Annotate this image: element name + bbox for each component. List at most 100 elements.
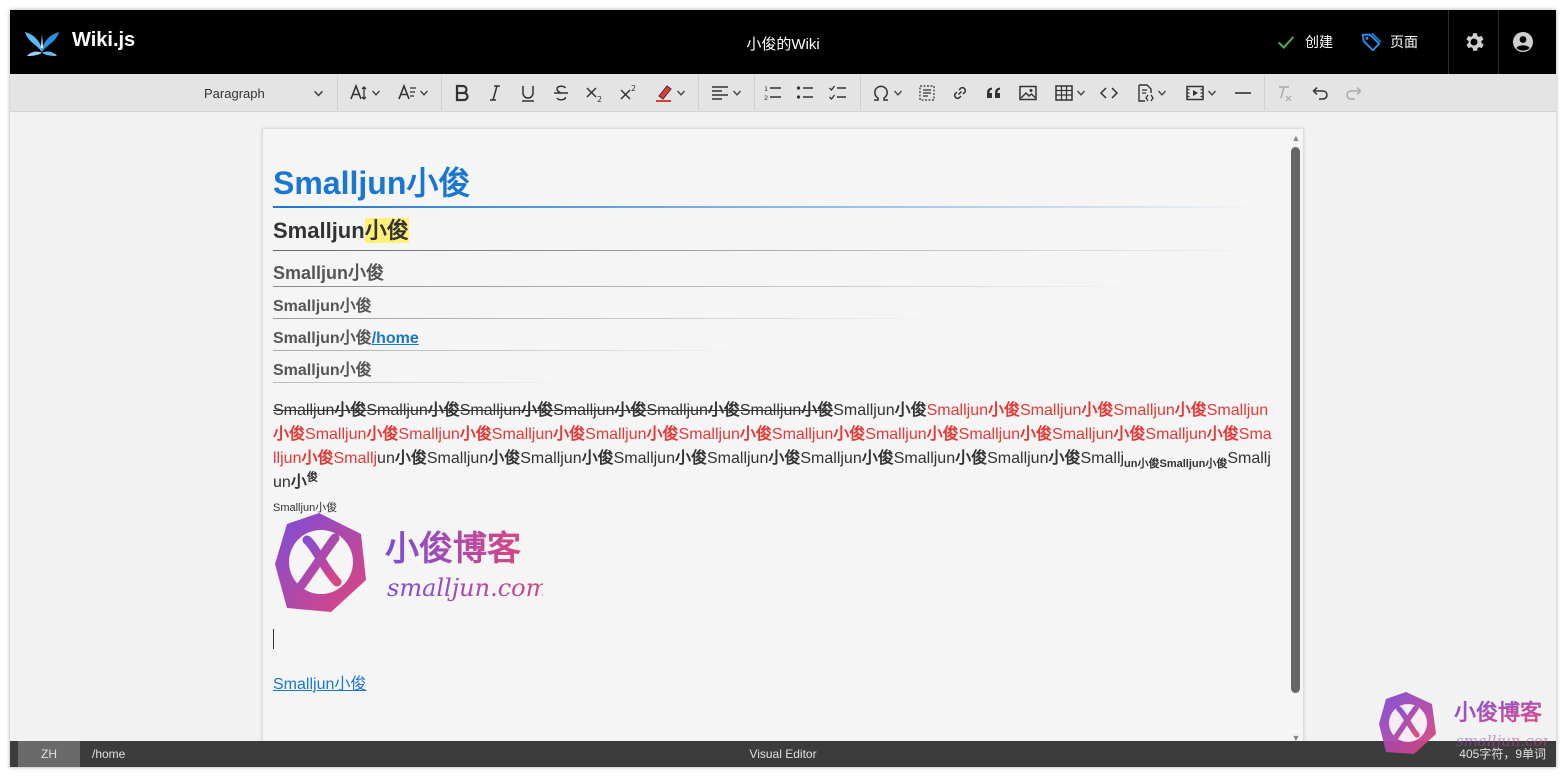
editor-page[interactable]: Smalljun小俊 Smalljun小俊 Smalljun小俊 Smallju… [262,128,1304,748]
bullet-list-button[interactable] [792,80,818,106]
app-window: Wiki.js 小俊的Wiki 创建 页面 Paragraph 2 2 1 2 … [10,10,1556,767]
text-run: 小俊 [674,450,707,467]
chevron-down-icon [1076,90,1086,96]
text-run: 俊 [306,471,318,484]
blockquote-button[interactable] [981,80,1007,106]
heading-5[interactable]: Smalljun小俊/home [273,328,419,350]
heading-5-link[interactable]: /home [372,330,419,347]
heading-6-underline [273,382,573,383]
app-name[interactable]: Wiki.js [72,29,135,52]
text-run: 小俊 [366,426,399,443]
text-run: Smalljun [958,426,1020,443]
page-path: /home [92,747,126,761]
text-run: Smalljun [1020,402,1082,419]
special-characters-button[interactable] [867,80,907,106]
numbered-list-button[interactable]: 12 [760,80,786,106]
heading-4[interactable]: Smalljun小俊 [273,296,372,318]
text-run: Smalljun [426,450,489,467]
divider [1264,76,1265,110]
create-button[interactable]: 创建 [1275,30,1333,54]
image-icon [1019,85,1037,101]
subscript-button[interactable]: 2 [582,80,608,106]
page-button[interactable]: 页面 [1360,30,1418,54]
text-cursor [273,629,274,649]
text-run: Smalljun [987,450,1049,467]
text-run: 小俊 [801,402,834,419]
editor-area: Smalljun小俊 Smalljun小俊 Smalljun小俊 Smallju… [10,112,1556,748]
text-run: 小俊 [861,450,894,467]
superscript-button[interactable]: 2 [616,80,642,106]
content-link[interactable]: Smalljun小俊 [273,670,366,694]
wikijs-logo-icon[interactable] [24,26,60,58]
heading-5-underline [273,350,753,351]
scrollbar-thumb[interactable] [1291,147,1300,693]
remove-format-button[interactable] [1271,80,1297,106]
media-button[interactable] [1181,80,1221,106]
heading-1[interactable]: Smalljun小俊 [273,163,470,203]
tag-icon [1361,32,1382,52]
horizontal-line-button[interactable] [1230,80,1256,106]
scroll-up-arrow-icon[interactable]: ▲ [1291,133,1301,143]
heading-3[interactable]: Smalljun小俊 [273,261,384,285]
status-bar: ZH /home Visual Editor 405字符，9单词 [10,741,1556,767]
vertical-scrollbar[interactable]: ▲ ▼ [1288,129,1303,747]
asset-icon [919,85,935,101]
divider [337,76,338,110]
undo-button[interactable] [1307,80,1333,106]
text-run: 小俊 [334,402,367,419]
smalljun-logo-image[interactable]: 小俊博客 smalljun.com [273,510,543,616]
redo-button[interactable] [1341,80,1367,106]
highlight-button[interactable] [650,80,690,106]
todo-list-button[interactable] [825,80,851,106]
heading-1-underline [273,206,1263,208]
image-button[interactable] [1015,80,1041,106]
heading-6[interactable]: Smalljun小俊 [273,360,372,382]
code-block-button[interactable] [1131,80,1171,106]
link-button[interactable] [947,80,973,106]
text-run: 小俊 [955,450,988,467]
quote-icon [987,87,1000,98]
text-style-button[interactable] [394,80,432,106]
alignment-button[interactable] [706,80,746,106]
chevron-down-icon [419,90,429,96]
bold-icon [455,84,469,102]
text-run: 小俊 [614,402,647,419]
text-run: 小俊 [273,426,306,443]
insert-asset-button[interactable] [914,80,940,106]
heading-2-underline [273,250,1263,251]
text-run: Smalljun [833,402,895,419]
heading-2[interactable]: Smalljun小俊 [273,216,409,246]
settings-button[interactable] [1460,28,1488,56]
horizontal-line-icon [1235,92,1251,94]
chevron-down-icon [732,90,742,96]
code-button[interactable] [1096,80,1122,106]
text-run: 小俊 [646,426,679,443]
logo-title-text: 小俊博客 [385,529,521,569]
bold-button[interactable] [449,80,475,106]
page-label: 页面 [1390,34,1418,50]
watermark-logo: 小俊博客 smalljun.com [1379,692,1548,754]
language-button[interactable]: ZH [18,741,80,767]
text-style-icon [398,83,416,100]
paragraph-style-select[interactable]: Paragraph [198,80,330,106]
text-run: 小俊 [926,426,959,443]
underline-button[interactable] [515,80,541,106]
text-run: 小俊 [581,450,614,467]
text-run: 小俊 [833,426,866,443]
table-button[interactable] [1050,80,1090,106]
font-size-button[interactable] [346,80,384,106]
text-run: Smalljun [1206,402,1269,419]
account-button[interactable] [1509,28,1537,56]
divider [1448,10,1449,74]
text-run: Smalljun [739,402,802,419]
media-icon [1186,85,1204,101]
paragraph-style-label: Paragraph [204,85,265,101]
strikethrough-button[interactable] [548,80,574,106]
text-run: un [377,450,395,467]
heading-4-underline [273,318,953,319]
italic-button[interactable] [482,80,508,106]
text-run: 小俊 [1174,402,1207,419]
formatted-paragraph[interactable]: Smalljun小俊Smalljun小俊Smalljun小俊Smalljun小俊… [273,399,1273,519]
text-run: Smallj [1080,450,1125,467]
text-run: 小 [290,474,307,491]
